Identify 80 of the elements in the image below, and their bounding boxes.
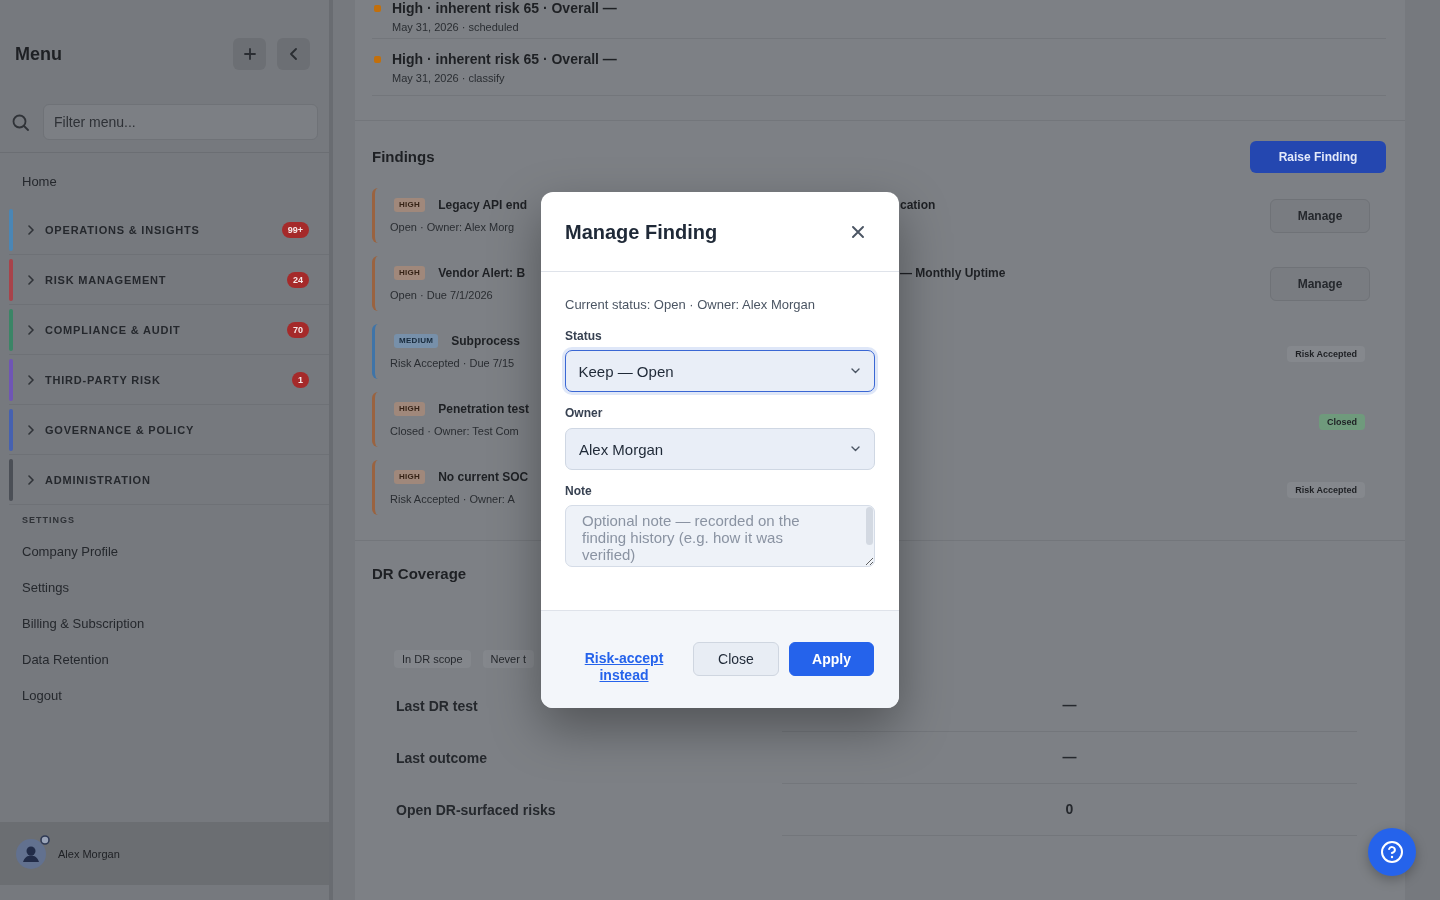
raise-finding-button[interactable]: Raise Finding (1250, 141, 1386, 173)
section-heading: SETTINGS (22, 514, 75, 526)
finding-title: cation (899, 197, 936, 213)
nav-item[interactable]: Settings (22, 570, 69, 606)
value-cell: — (782, 732, 1357, 784)
risk-accept-link[interactable]: Risk-accept instead (583, 650, 665, 684)
event-meta: May 31, 2026 · scheduled (392, 20, 519, 35)
finding-title: — Monthly Uptime (899, 265, 1006, 281)
scope-chip[interactable]: In DR scope (394, 650, 471, 668)
value-cell: 0 (782, 784, 1357, 836)
section-title: Findings (372, 148, 435, 166)
avatar-icon (16, 838, 46, 869)
nav-item[interactable]: Data Retention (22, 642, 109, 678)
count-badge: 70 (287, 321, 309, 338)
nav-item[interactable]: Logout (22, 678, 62, 714)
status-tag: Risk Accepted (1287, 481, 1365, 498)
status-dot-icon (40, 834, 50, 845)
nav-item[interactable]: Billing & Subscription (22, 606, 145, 642)
section-title: DR Coverage (372, 565, 467, 583)
count-badge: 24 (287, 271, 309, 288)
event-title: High · inherent risk 65 · Overall — (392, 51, 617, 67)
plus-icon (243, 48, 256, 60)
nav-group[interactable]: OPERATIONS & INSIGHTS 99+ (9, 205, 329, 255)
select-field[interactable]: Keep — Open (565, 350, 875, 392)
help-icon (1380, 840, 1404, 864)
nav-item[interactable]: Home (22, 170, 57, 194)
user-name: Alex Morgan (58, 847, 120, 860)
select-field[interactable]: Alex Morgan (565, 428, 875, 470)
finding-meta: Closed · Owner: Test Com (390, 423, 519, 439)
finding-meta: Open · Due 7/1/2026 (390, 287, 493, 303)
finding-title: Penetration test (438, 401, 529, 417)
severity-tag: HIGH (394, 402, 426, 416)
manage-button[interactable]: Manage (1270, 266, 1370, 301)
status-tag: Closed (1319, 413, 1365, 430)
dialog-title: Manage Finding (565, 219, 718, 244)
nav-group[interactable]: ADMINISTRATION (9, 455, 329, 505)
search-icon (12, 113, 29, 131)
collapse-button[interactable] (277, 38, 310, 70)
search-field[interactable]: Filter menu... (43, 104, 318, 140)
finding-title: No current SOC (438, 469, 529, 485)
chevron-down-icon (851, 368, 860, 374)
chevron-left-icon (290, 48, 297, 60)
text-area-field[interactable]: Optional note — recorded on the finding history (e.g. how it was verified) (565, 505, 875, 567)
finding-title: Subprocess (451, 333, 520, 349)
row-label: Last DR test (396, 698, 478, 714)
scope-chip[interactable]: Never t (482, 650, 534, 668)
scrollbar-thumb[interactable] (866, 507, 873, 545)
field-label: Note (565, 484, 592, 499)
severity-tag: HIGH (394, 470, 426, 484)
finding-meta: Risk Accepted · Due 7/15 (390, 355, 515, 371)
nav-group[interactable]: GOVERNANCE & POLICY (9, 405, 329, 455)
field-label: Status (565, 329, 602, 344)
manage-button[interactable]: Manage (1270, 198, 1370, 233)
row-label: Last outcome (396, 750, 487, 766)
event-title: High · inherent risk 65 · Overall — (392, 0, 617, 16)
finding-meta: Risk Accepted · Owner: A (390, 491, 515, 507)
nav-item[interactable]: Company Profile (22, 534, 119, 570)
row-label: Open DR-surfaced risks (396, 802, 556, 818)
severity-tag: HIGH (394, 266, 426, 280)
user-menu[interactable]: Alex Morgan (0, 822, 329, 885)
nav-group[interactable]: THIRD-PARTY RISK 1 (9, 355, 329, 405)
add-button[interactable] (233, 38, 266, 70)
nav-group[interactable]: COMPLIANCE & AUDIT 70 (9, 305, 329, 355)
close-icon (852, 225, 864, 238)
sidebar-title: Menu (15, 43, 63, 65)
count-badge: 1 (292, 371, 309, 388)
finding-title: Vendor Alert: B (438, 265, 526, 281)
count-badge: 99+ (281, 221, 309, 238)
status-summary: Current status: Open · Owner: Alex Morgan (565, 296, 816, 314)
primary-button[interactable]: Apply (789, 642, 874, 676)
status-tag: Risk Accepted (1287, 345, 1365, 362)
field-label: Owner (565, 406, 603, 421)
severity-tag: MEDIUM (394, 334, 439, 348)
nav-group[interactable]: RISK MANAGEMENT 24 (9, 255, 329, 305)
secondary-button[interactable]: Close (693, 642, 779, 676)
finding-title: Legacy API end (438, 197, 528, 213)
event-meta: May 31, 2026 · classify (392, 71, 505, 86)
finding-meta: Open · Owner: Alex Morg (390, 219, 515, 235)
severity-tag: HIGH (394, 198, 426, 212)
chevron-down-icon (851, 446, 860, 452)
